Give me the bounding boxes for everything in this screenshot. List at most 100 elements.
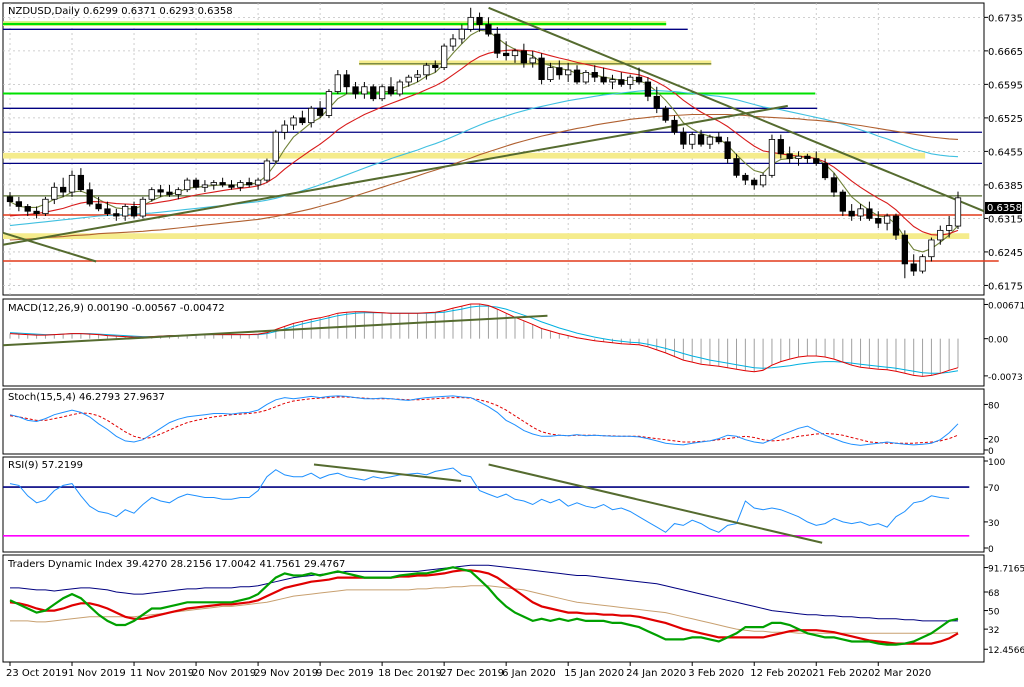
candle-body-59 [529, 57, 536, 64]
date-tick-label: 3 Feb 2020 [688, 668, 744, 679]
candle-body-91 [813, 158, 820, 164]
candle-body-6 [60, 186, 67, 193]
candle-body-104 [928, 239, 935, 258]
candle-body-33 [299, 117, 306, 124]
candle-body-60 [538, 57, 545, 80]
candle-body-42 [378, 86, 386, 100]
date-tick-label: 20 Nov 2019 [192, 668, 256, 679]
candle-body-29 [263, 160, 271, 181]
candle-body-38 [343, 74, 350, 88]
date-tick-label: 9 Dec 2019 [316, 668, 374, 679]
candle-body-84 [751, 179, 758, 186]
macd-tick-label: 0.00 [988, 336, 1008, 346]
candle-body-58 [520, 50, 528, 64]
tdi-tick-label: 12.4566 [988, 646, 1024, 656]
date-tick-label: 24 Jan 2020 [626, 668, 686, 679]
date-tick-label: 23 Oct 2019 [6, 668, 68, 679]
candle-body-50 [449, 38, 457, 47]
candle-body-73 [653, 95, 660, 109]
current-price-label: 0.6358 [987, 203, 1022, 214]
chart-canvas[interactable]: NZDUSD,Daily 0.6299 0.6371 0.6293 0.6358… [0, 0, 1024, 683]
candle-body-93 [830, 177, 838, 193]
candle-body-78 [697, 134, 705, 145]
candle-body-80 [715, 136, 722, 143]
candle-body-16 [148, 189, 155, 200]
candle-body-90 [804, 155, 811, 159]
tdi-tick-label: 32 [988, 626, 999, 636]
candle-body-88 [786, 153, 793, 159]
tdi-tick-label: 68 [988, 589, 1000, 599]
candle-body-62 [556, 67, 563, 76]
candle-body-82 [733, 158, 740, 176]
candle-body-0 [6, 196, 14, 203]
candle-body-100 [892, 215, 900, 236]
candle-body-17 [157, 189, 164, 193]
candle-body-102 [910, 263, 917, 272]
candle-body-98 [875, 218, 882, 224]
candle-body-97 [866, 208, 873, 219]
candle-body-49 [440, 45, 448, 69]
candle-body-99 [883, 215, 891, 224]
candle-body-47 [423, 64, 430, 76]
candle-body-37 [334, 74, 341, 92]
candle-body-5 [51, 186, 58, 200]
candle-body-3 [33, 210, 40, 215]
candle-body-11 [104, 208, 111, 215]
candle-body-103 [919, 256, 926, 272]
candle-body-28 [254, 179, 262, 186]
price-tick-label: 0.6455 [988, 147, 1023, 158]
candle-body-76 [680, 131, 687, 145]
current-price-tag: 0.6358 [985, 202, 1022, 214]
macd-tick-label: -0.0073 [988, 373, 1023, 383]
candle-body-86 [768, 139, 776, 176]
macd-tick-label: 0.00671 [988, 301, 1024, 311]
price-tick-label: 0.6385 [988, 181, 1023, 192]
candle-body-95 [848, 210, 855, 217]
date-tick-label: 18 Dec 2019 [378, 668, 442, 679]
candle-body-96 [857, 208, 864, 217]
candle-body-106 [945, 225, 953, 231]
candle-body-18 [166, 191, 173, 195]
date-tick-label: 1 Nov 2019 [68, 668, 126, 679]
candle-body-67 [600, 76, 607, 83]
date-tick-label: 29 Nov 2019 [254, 668, 318, 679]
candle-body-101 [901, 234, 908, 265]
rsi-tick-label: 70 [988, 484, 1000, 494]
candle-body-8 [77, 174, 85, 191]
candle-body-14 [130, 206, 138, 217]
price-tick-label: 0.6665 [988, 47, 1023, 58]
candle-body-77 [689, 134, 696, 145]
candle-body-19 [175, 189, 182, 195]
candle-body-25 [228, 184, 235, 188]
candle-body-85 [759, 174, 767, 186]
candle-body-48 [432, 64, 439, 69]
candle-body-46 [414, 74, 421, 78]
candle-body-44 [396, 81, 403, 95]
candle-body-94 [839, 191, 846, 212]
rsi-tick-label: 30 [988, 519, 1000, 529]
candle-body-27 [246, 182, 253, 186]
tdi-tick-label: 50 [988, 608, 1000, 618]
candle-body-64 [573, 69, 581, 83]
candle-body-12 [113, 213, 120, 217]
candle-body-34 [308, 107, 315, 124]
candle-body-23 [210, 182, 217, 186]
candle-body-57 [511, 50, 519, 57]
candle-body-39 [352, 86, 359, 95]
candle-body-71 [635, 76, 643, 83]
candle-body-52 [467, 16, 474, 30]
rsi-title: RSI(9) 57.2199 [8, 460, 83, 471]
candle-body-30 [272, 131, 279, 162]
candle-body-81 [724, 141, 731, 159]
candle-body-2 [24, 206, 31, 212]
candle-body-36 [325, 91, 333, 116]
candle-body-4 [42, 198, 49, 215]
candle-body-15 [139, 198, 147, 217]
candle-body-7 [68, 174, 76, 193]
date-tick-label: 2 Mar 2020 [874, 668, 931, 679]
candle-body-31 [281, 124, 288, 133]
candle-body-20 [184, 179, 191, 191]
candle-body-54 [485, 24, 492, 35]
candle-body-83 [742, 174, 749, 181]
zone-3 [3, 233, 970, 239]
